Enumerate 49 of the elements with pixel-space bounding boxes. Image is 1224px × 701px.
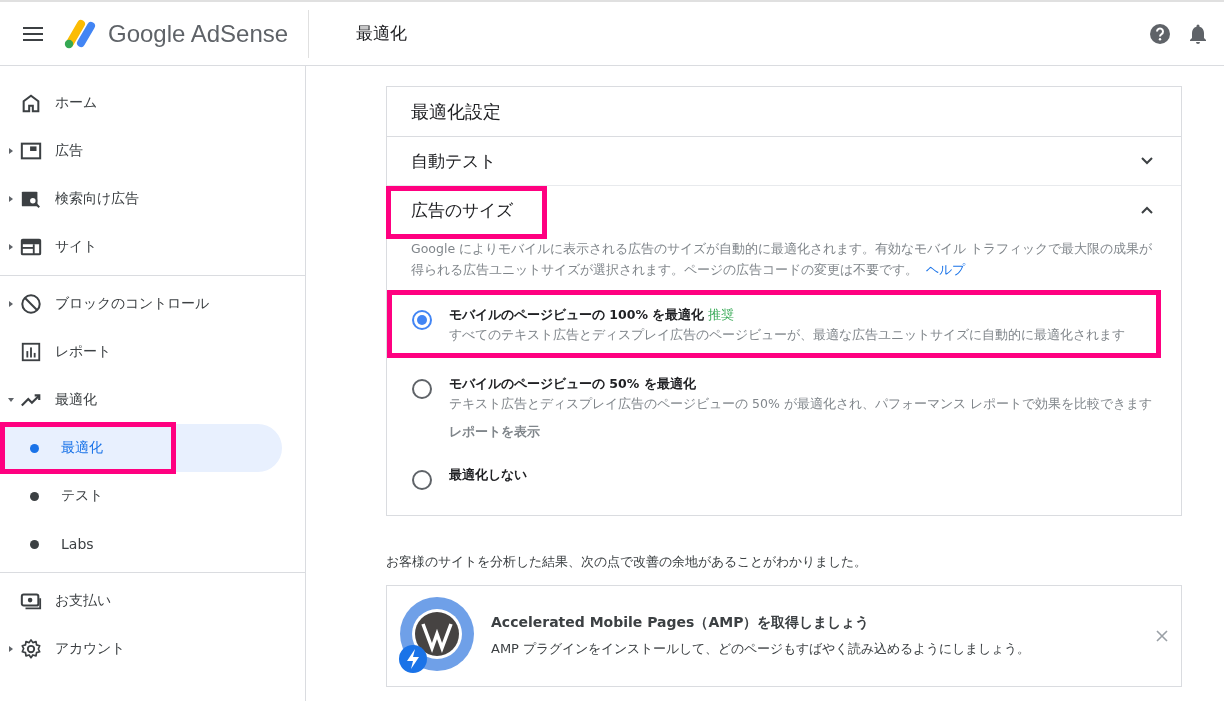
help-link[interactable]: ヘルプ: [926, 262, 965, 277]
sidebar-item[interactable]: ホーム: [0, 79, 282, 127]
close-button[interactable]: [1155, 629, 1169, 643]
suggestion-text: AMP プラグインをインストールして、どのページもすばやく読み込めるようにしましょう。: [491, 640, 1032, 658]
radio-button[interactable]: [411, 309, 433, 331]
sidebar-item[interactable]: 最適化: [0, 376, 282, 424]
radio-button[interactable]: [411, 378, 433, 400]
sidebar-item[interactable]: レポート: [0, 328, 282, 376]
radio-button[interactable]: [411, 469, 433, 491]
brand-name: Google AdSense: [108, 19, 290, 48]
option-description: すべてのテキスト広告とディスプレイ広告のページビューが、最適な広告ユニットサイズに自動的に最適化されます: [449, 326, 1126, 344]
option-description: テキスト広告とディスプレイ広告のページビューの 50% が最適化され、パフォーマンス レポートで効果を比較できます: [449, 395, 1153, 413]
logo-icon: [62, 18, 98, 49]
ad-frame-icon: [20, 140, 42, 162]
bar-chart-icon: [20, 341, 42, 363]
block-icon: [20, 293, 42, 315]
sidebar-subitem[interactable]: 最適化: [0, 424, 282, 472]
sidebar-item[interactable]: サイト: [0, 223, 282, 271]
sidebar-item[interactable]: 検索向け広告: [0, 175, 282, 223]
section-title: 広告のサイズ: [411, 198, 514, 222]
chevron-up-icon: [1141, 206, 1153, 214]
sidebar-subitem[interactable]: テスト: [0, 472, 282, 520]
settings-icon: [20, 638, 42, 660]
sidebar-item[interactable]: アカウント: [0, 625, 282, 673]
card-title: 最適化設定: [387, 87, 1181, 137]
suggestion-title: Accelerated Mobile Pages（AMP）を取得しましょう: [491, 614, 871, 632]
radio-option[interactable]: モバイルのページビューの 50% を最適化 テキスト広告とディスプレイ広告のページビューの 50% が最適化され、パフォーマンス レポートで効果を比較できます レポートを表示: [411, 358, 1157, 449]
bullet-icon: [30, 443, 39, 453]
option-label: 最適化しない: [449, 466, 528, 484]
bullet-icon: [30, 539, 39, 549]
section-description: Google によりモバイルに表示される広告のサイズが自動的に最適化されます。有効なモバイル トラフィックで最大限の成果が得られる広告ユニットサイズが選択されます。ページの広告コードの変更は不要です。 ヘルプ: [411, 240, 1154, 279]
section-title: 自動テスト: [411, 149, 497, 173]
report-link[interactable]: レポートを表示: [449, 424, 540, 441]
sidebar-item[interactable]: ブロックのコントロール: [0, 280, 282, 328]
analysis-note: お客様のサイトを分析した結果、次の点で改善の余地があることがわかりました。: [386, 554, 868, 571]
option-label: モバイルのページビューの 100% を最適化: [449, 307, 705, 322]
wordpress-amp-icon: [397, 597, 475, 675]
recommended-tag: 推奨: [708, 307, 735, 322]
help-button[interactable]: [1148, 21, 1172, 46]
sidebar-item[interactable]: お支払い: [0, 577, 282, 625]
layout-icon: [20, 236, 42, 258]
bullet-icon: [30, 491, 39, 501]
chevron-down-icon: [1141, 157, 1153, 165]
sidebar-subitem[interactable]: Labs: [0, 520, 282, 568]
page-title: 最適化: [356, 22, 408, 45]
sidebar-item[interactable]: 広告: [0, 127, 282, 175]
home-icon: [20, 92, 42, 114]
radio-option[interactable]: 最適化しない: [411, 449, 1157, 499]
option-label: モバイルのページビューの 50% を最適化: [449, 375, 697, 393]
